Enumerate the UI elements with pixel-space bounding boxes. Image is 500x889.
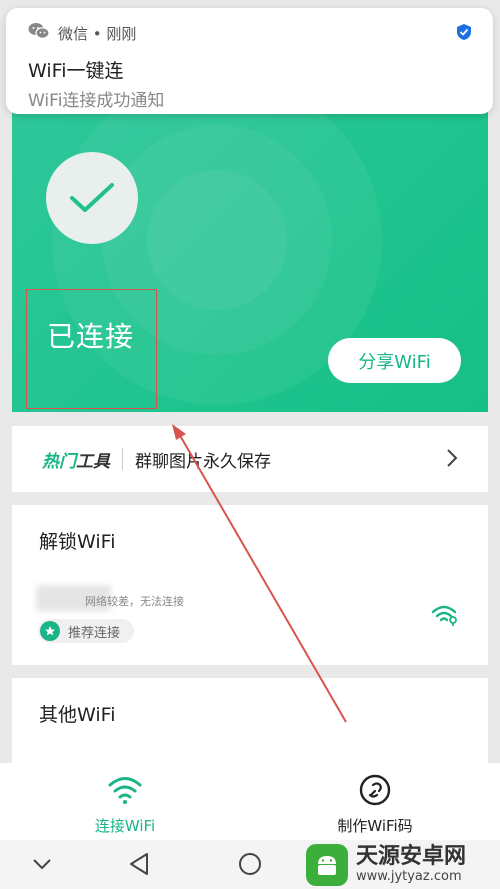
share-wifi-button[interactable]: 分享WiFi [328, 338, 461, 383]
recommend-label: 推荐连接 [68, 625, 121, 641]
tab-make-wifi-code[interactable]: 制作WiFi码 [250, 763, 500, 840]
hot-tools-row[interactable]: 热门工具 群聊图片永久保存 [12, 426, 488, 492]
unlock-wifi-title: 解锁WiFi [39, 531, 116, 553]
home-icon[interactable] [238, 852, 262, 880]
wifi-icon [107, 773, 143, 807]
hot-tools-label: 热门工具 [42, 447, 110, 472]
notification-body: WiFi连接成功通知 [28, 91, 165, 111]
shield-check-icon [457, 24, 471, 44]
bottom-tab-bar: 连接WiFi 制作WiFi码 [0, 763, 500, 840]
network-weak-text: 网络较差，无法连接 [85, 595, 184, 608]
chevron-down-icon[interactable] [32, 856, 52, 875]
wechat-icon [28, 22, 50, 44]
android-logo-icon [306, 844, 348, 886]
tools-promo-text: 群聊图片永久保存 [135, 451, 271, 472]
wifi-key-icon[interactable] [431, 604, 459, 630]
checkmark-icon [46, 152, 138, 244]
other-wifi-title: 其他WiFi [39, 704, 116, 726]
back-icon[interactable] [128, 852, 150, 880]
watermark-url: www.jytyaz.com [356, 869, 462, 884]
link-circle-icon [358, 773, 392, 807]
notification-app-label: 微信 • 刚刚 [58, 24, 137, 43]
watermark: 天源安卓网 www.jytyaz.com [306, 843, 466, 887]
connection-status-panel: 已连接 分享WiFi [12, 95, 488, 412]
star-icon [40, 621, 60, 641]
chevron-right-icon [446, 448, 458, 472]
tool-label: 工具 [76, 451, 110, 472]
divider [122, 448, 123, 470]
tab-connect-label: 连接WiFi [94, 817, 156, 835]
recommend-connect-badge[interactable]: 推荐连接 [38, 619, 135, 643]
unlock-wifi-section: 解锁WiFi 网络较差，无法连接 推荐连接 [12, 505, 488, 665]
tab-connect-wifi[interactable]: 连接WiFi [0, 763, 250, 840]
decorative-ring [147, 170, 287, 310]
watermark-title: 天源安卓网 [356, 844, 467, 869]
tab-make-code-label: 制作WiFi码 [337, 817, 413, 835]
connected-status-text: 已连接 [47, 320, 135, 353]
notification-title: WiFi一键连 [28, 60, 124, 82]
hot-label: 热门 [42, 451, 76, 472]
wechat-notification[interactable]: 微信 • 刚刚 WiFi一键连 WiFi连接成功通知 [6, 8, 493, 114]
